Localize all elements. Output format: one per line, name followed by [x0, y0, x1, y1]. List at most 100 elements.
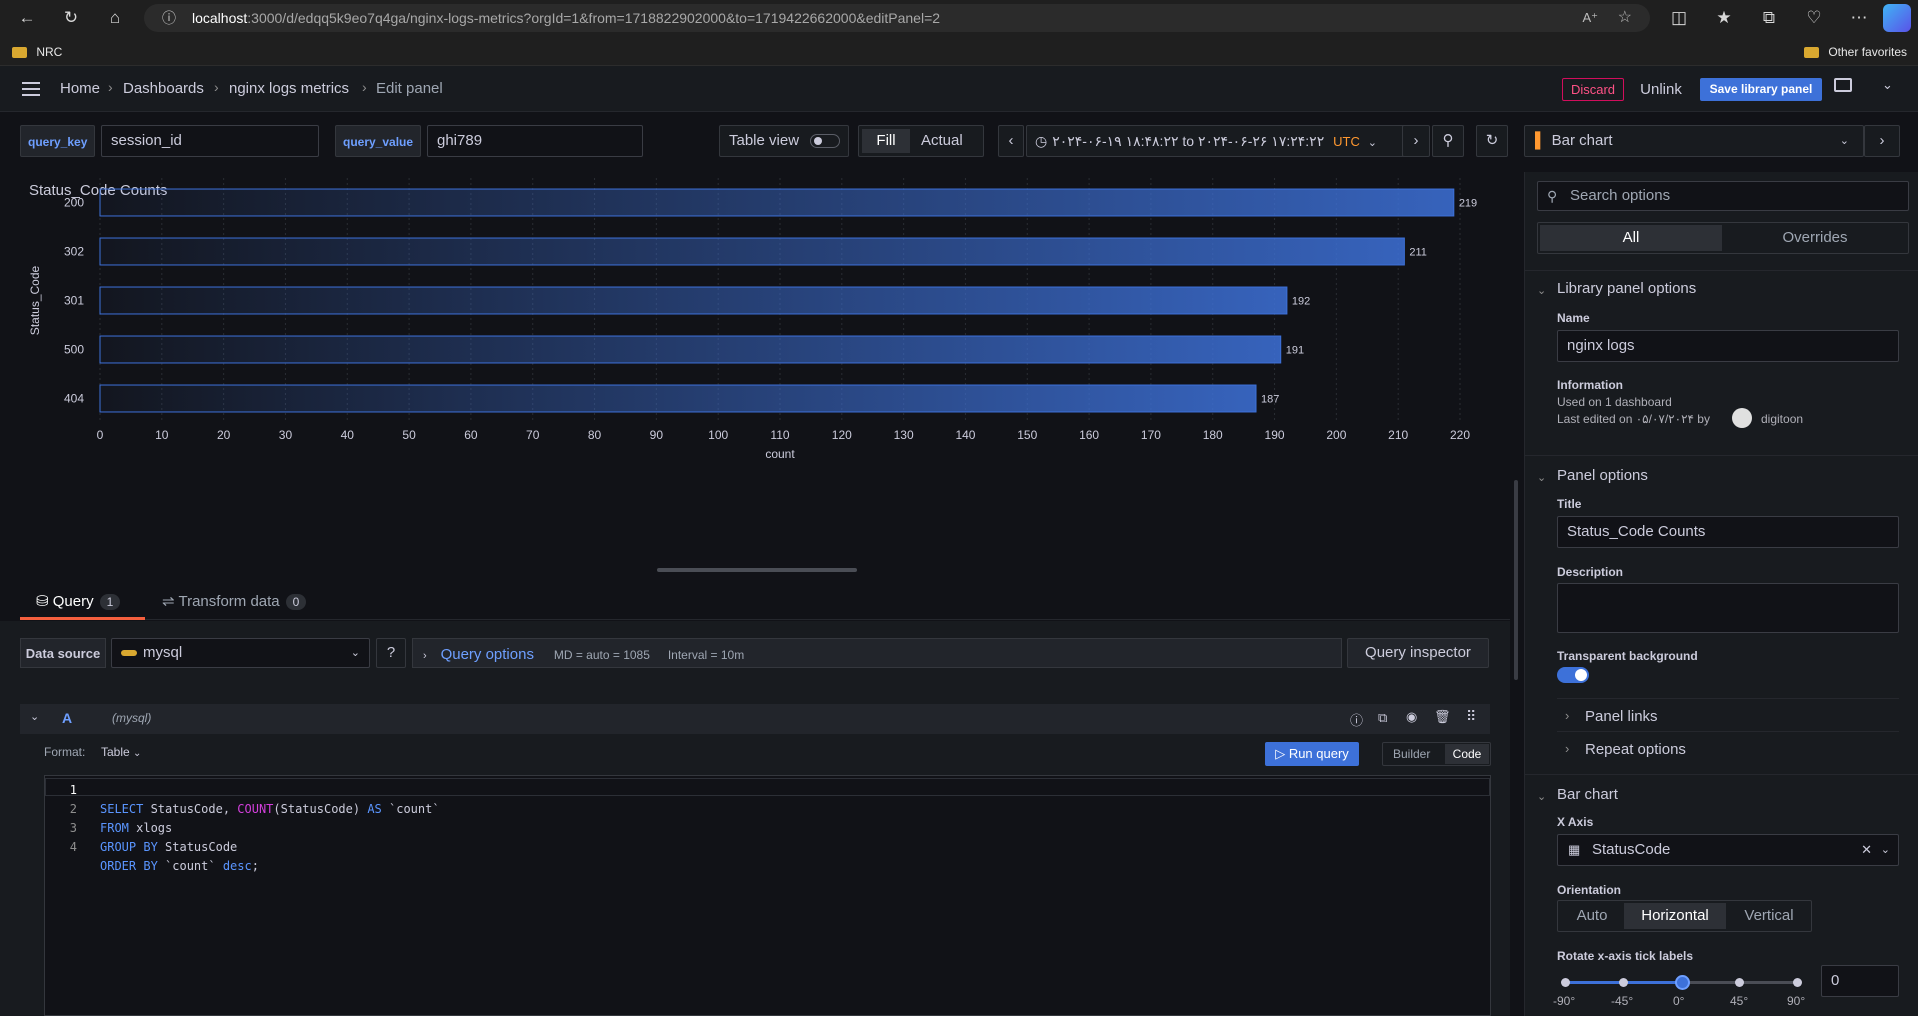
transparent-background-toggle[interactable] [1557, 667, 1589, 683]
reload-icon[interactable]: ↻ [57, 4, 85, 32]
query-options-bar[interactable]: › Query options MD = auto = 1085 Interva… [412, 638, 1342, 668]
table-view-toggle[interactable]: Table view [719, 125, 849, 157]
breadcrumb-home[interactable]: Home [60, 80, 100, 97]
x-tick-label: 0 [97, 428, 104, 442]
panel-links-section[interactable]: Panel links [1585, 708, 1658, 725]
split-resize-handle[interactable] [1514, 480, 1518, 680]
variable-label-query-value: query_value [335, 125, 422, 157]
code-option[interactable]: Code [1445, 744, 1489, 764]
name-input[interactable]: nginx logs [1557, 330, 1899, 362]
unlink-button[interactable]: Unlink [1636, 78, 1686, 101]
favorite-star-icon[interactable]: ☆ [1618, 4, 1632, 32]
breadcrumb-dashboards[interactable]: Dashboards [123, 80, 204, 97]
trash-icon[interactable]: 🗑 [1434, 709, 1451, 725]
back-icon[interactable]: ← [13, 4, 41, 32]
orientation-vertical[interactable]: Vertical [1728, 903, 1810, 929]
section-panel-options[interactable]: Panel options [1557, 467, 1648, 484]
slider-mark [1735, 978, 1744, 987]
tab-count: 0 [285, 594, 307, 610]
tab-overrides[interactable]: Overrides [1724, 225, 1906, 251]
chevron-down-icon[interactable]: ⌄ [1882, 77, 1893, 93]
actual-option[interactable]: Actual [921, 126, 963, 156]
url-path: :3000/d/edqq5k9eo7q4ga/nginx-logs-metric… [247, 10, 941, 26]
section-bar-chart[interactable]: Bar chart [1557, 786, 1618, 803]
field-icon: ▦ [1568, 842, 1581, 857]
query-ref-id[interactable]: A [62, 710, 72, 726]
visualization-picker[interactable]: ▌ Bar chart ⌄ [1524, 125, 1864, 157]
fill-option[interactable]: Fill [862, 129, 910, 153]
orientation-auto[interactable]: Auto [1560, 903, 1624, 929]
collapse-options-icon[interactable]: › [1864, 125, 1900, 157]
address-bar[interactable]: ⓘ localhost:3000/d/edqq5k9eo7q4ga/nginx-… [144, 4, 1650, 32]
query-row-header: ⌄ A (mysql) ⓘ ⧉ ◉ 🗑 ⠿ [20, 704, 1490, 734]
grafana-topnav: Home › Dashboards › nginx logs metrics ›… [0, 66, 1918, 112]
refresh-icon[interactable]: ↻ [1476, 125, 1508, 157]
chevron-down-icon[interactable]: ⌄ [30, 710, 39, 723]
panel-resize-handle[interactable] [657, 568, 857, 572]
slider-mark-label: -45° [1611, 994, 1634, 1008]
variable-input-query-key[interactable]: session_id [101, 125, 319, 157]
chevron-down-icon[interactable]: ⌄ [1881, 835, 1890, 865]
builder-option[interactable]: Builder [1393, 747, 1430, 761]
variable-input-query-value[interactable]: ghi789 [427, 125, 643, 157]
time-forward-icon[interactable]: › [1402, 125, 1430, 157]
zoom-out-icon[interactable]: ⚲ [1432, 125, 1464, 157]
collections-icon[interactable]: ⧉ [1755, 4, 1783, 32]
save-library-panel-button[interactable]: Save library panel [1700, 78, 1822, 101]
tv-mode-icon[interactable] [1834, 78, 1852, 92]
x-axis-select[interactable]: ▦ StatusCode ✕ ⌄ [1557, 834, 1899, 866]
clear-icon[interactable]: ✕ [1861, 835, 1872, 865]
split-screen-icon[interactable]: ◫ [1665, 4, 1693, 32]
chevron-down-icon: ⌄ [133, 748, 142, 759]
toggle-switch[interactable] [810, 134, 840, 148]
slider-mark [1793, 978, 1802, 987]
sql-code-editor[interactable]: 1 2 3 4 SELECT StatusCode, COUNT(StatusC… [44, 775, 1491, 1016]
home-icon[interactable]: ⌂ [101, 4, 129, 32]
sql-text: SELECT StatusCode, COUNT(StatusCode) AS … [100, 802, 440, 873]
browser-essentials-icon[interactable]: ♡ [1800, 4, 1828, 32]
query-inspector-button[interactable]: Query inspector [1347, 638, 1489, 668]
help-icon[interactable]: ? [376, 638, 406, 668]
x-tick-label: 190 [1265, 428, 1285, 442]
bar [99, 384, 1257, 413]
format-select[interactable]: Table ⌄ [101, 745, 141, 759]
folder-nrc[interactable]: NRC [12, 45, 62, 59]
run-query-button[interactable]: ▷ Run query [1265, 742, 1359, 766]
tab-query[interactable]: ⛁ Query 1 [20, 588, 145, 620]
help-icon[interactable]: ⓘ [1350, 710, 1363, 729]
chevron-right-icon[interactable]: › [1565, 741, 1569, 756]
time-range-picker[interactable]: ◷ ۲۰۲۴-۰۶-۱۹ ۱۸:۴۸:۲۲ to ۲۰۲۴-۰۶-۲۶ ۱۷:۲۴… [1026, 125, 1414, 157]
tab-all[interactable]: All [1540, 225, 1722, 251]
time-back-icon[interactable]: ‹ [998, 125, 1024, 157]
bar [99, 188, 1455, 217]
other-favorites[interactable]: Other favorites [1804, 45, 1907, 59]
site-info-icon[interactable]: ⓘ [162, 4, 176, 32]
options-pane: ⚲ Search options All Overrides ⌄ Library… [1524, 172, 1918, 1016]
duplicate-icon[interactable]: ⧉ [1378, 710, 1387, 726]
breadcrumb-dashboard[interactable]: nginx logs metrics [229, 80, 349, 97]
favorites-icon[interactable]: ★ [1710, 4, 1738, 32]
read-aloud-icon[interactable]: A⁺ [1582, 4, 1598, 32]
rotate-slider-thumb[interactable] [1675, 975, 1690, 990]
discard-button[interactable]: Discard [1562, 78, 1624, 101]
repeat-options-section[interactable]: Repeat options [1585, 741, 1686, 758]
eye-icon[interactable]: ◉ [1406, 709, 1417, 725]
title-input[interactable]: Status_Code Counts [1557, 516, 1899, 548]
chevron-down-icon[interactable]: ⌄ [1537, 790, 1546, 803]
more-menu-icon[interactable]: ⋯ [1845, 4, 1873, 32]
mysql-icon [121, 650, 137, 657]
chevron-down-icon[interactable]: ⌄ [1537, 471, 1546, 484]
copilot-icon[interactable] [1883, 4, 1911, 32]
search-options-input[interactable]: ⚲ Search options [1537, 181, 1909, 211]
description-input[interactable] [1557, 583, 1899, 633]
drag-handle-icon[interactable]: ⠿ [1466, 708, 1476, 725]
chevron-right-icon[interactable]: › [1565, 708, 1569, 723]
chevron-down-icon[interactable]: ⌄ [1537, 284, 1546, 297]
chevron-down-icon: ⌄ [350, 647, 360, 659]
section-library-panel-options[interactable]: Library panel options [1557, 280, 1696, 297]
menu-icon[interactable] [22, 82, 40, 96]
orientation-horizontal[interactable]: Horizontal [1624, 903, 1726, 929]
rotate-value-input[interactable]: 0 [1821, 965, 1899, 997]
datasource-picker[interactable]: mysql ⌄ [111, 638, 370, 668]
tab-transform-data[interactable]: ⇌ Transform data 0 [162, 588, 307, 620]
